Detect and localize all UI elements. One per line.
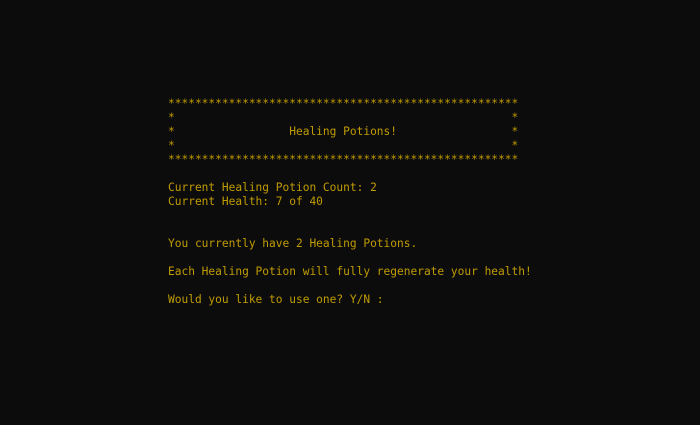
banner-title: * Healing Potions! * (168, 125, 519, 138)
potions-owned-message: You currently have 2 Healing Potions. (168, 237, 418, 250)
potion-effect-message: Each Healing Potion will fully regenerat… (168, 265, 532, 278)
potion-count-text: Current Healing Potion Count: 2 (168, 181, 377, 194)
banner-border-top: ****************************************… (168, 97, 519, 110)
use-potion-prompt[interactable]: Would you like to use one? Y/N : (168, 293, 384, 307)
health-text: Current Health: 7 of 40 (168, 195, 323, 208)
banner-blank-line: * * (168, 139, 519, 152)
banner-border-bottom: ****************************************… (168, 153, 519, 166)
console-window[interactable]: ****************************************… (0, 0, 700, 425)
banner-blank-line: * * (168, 111, 519, 124)
